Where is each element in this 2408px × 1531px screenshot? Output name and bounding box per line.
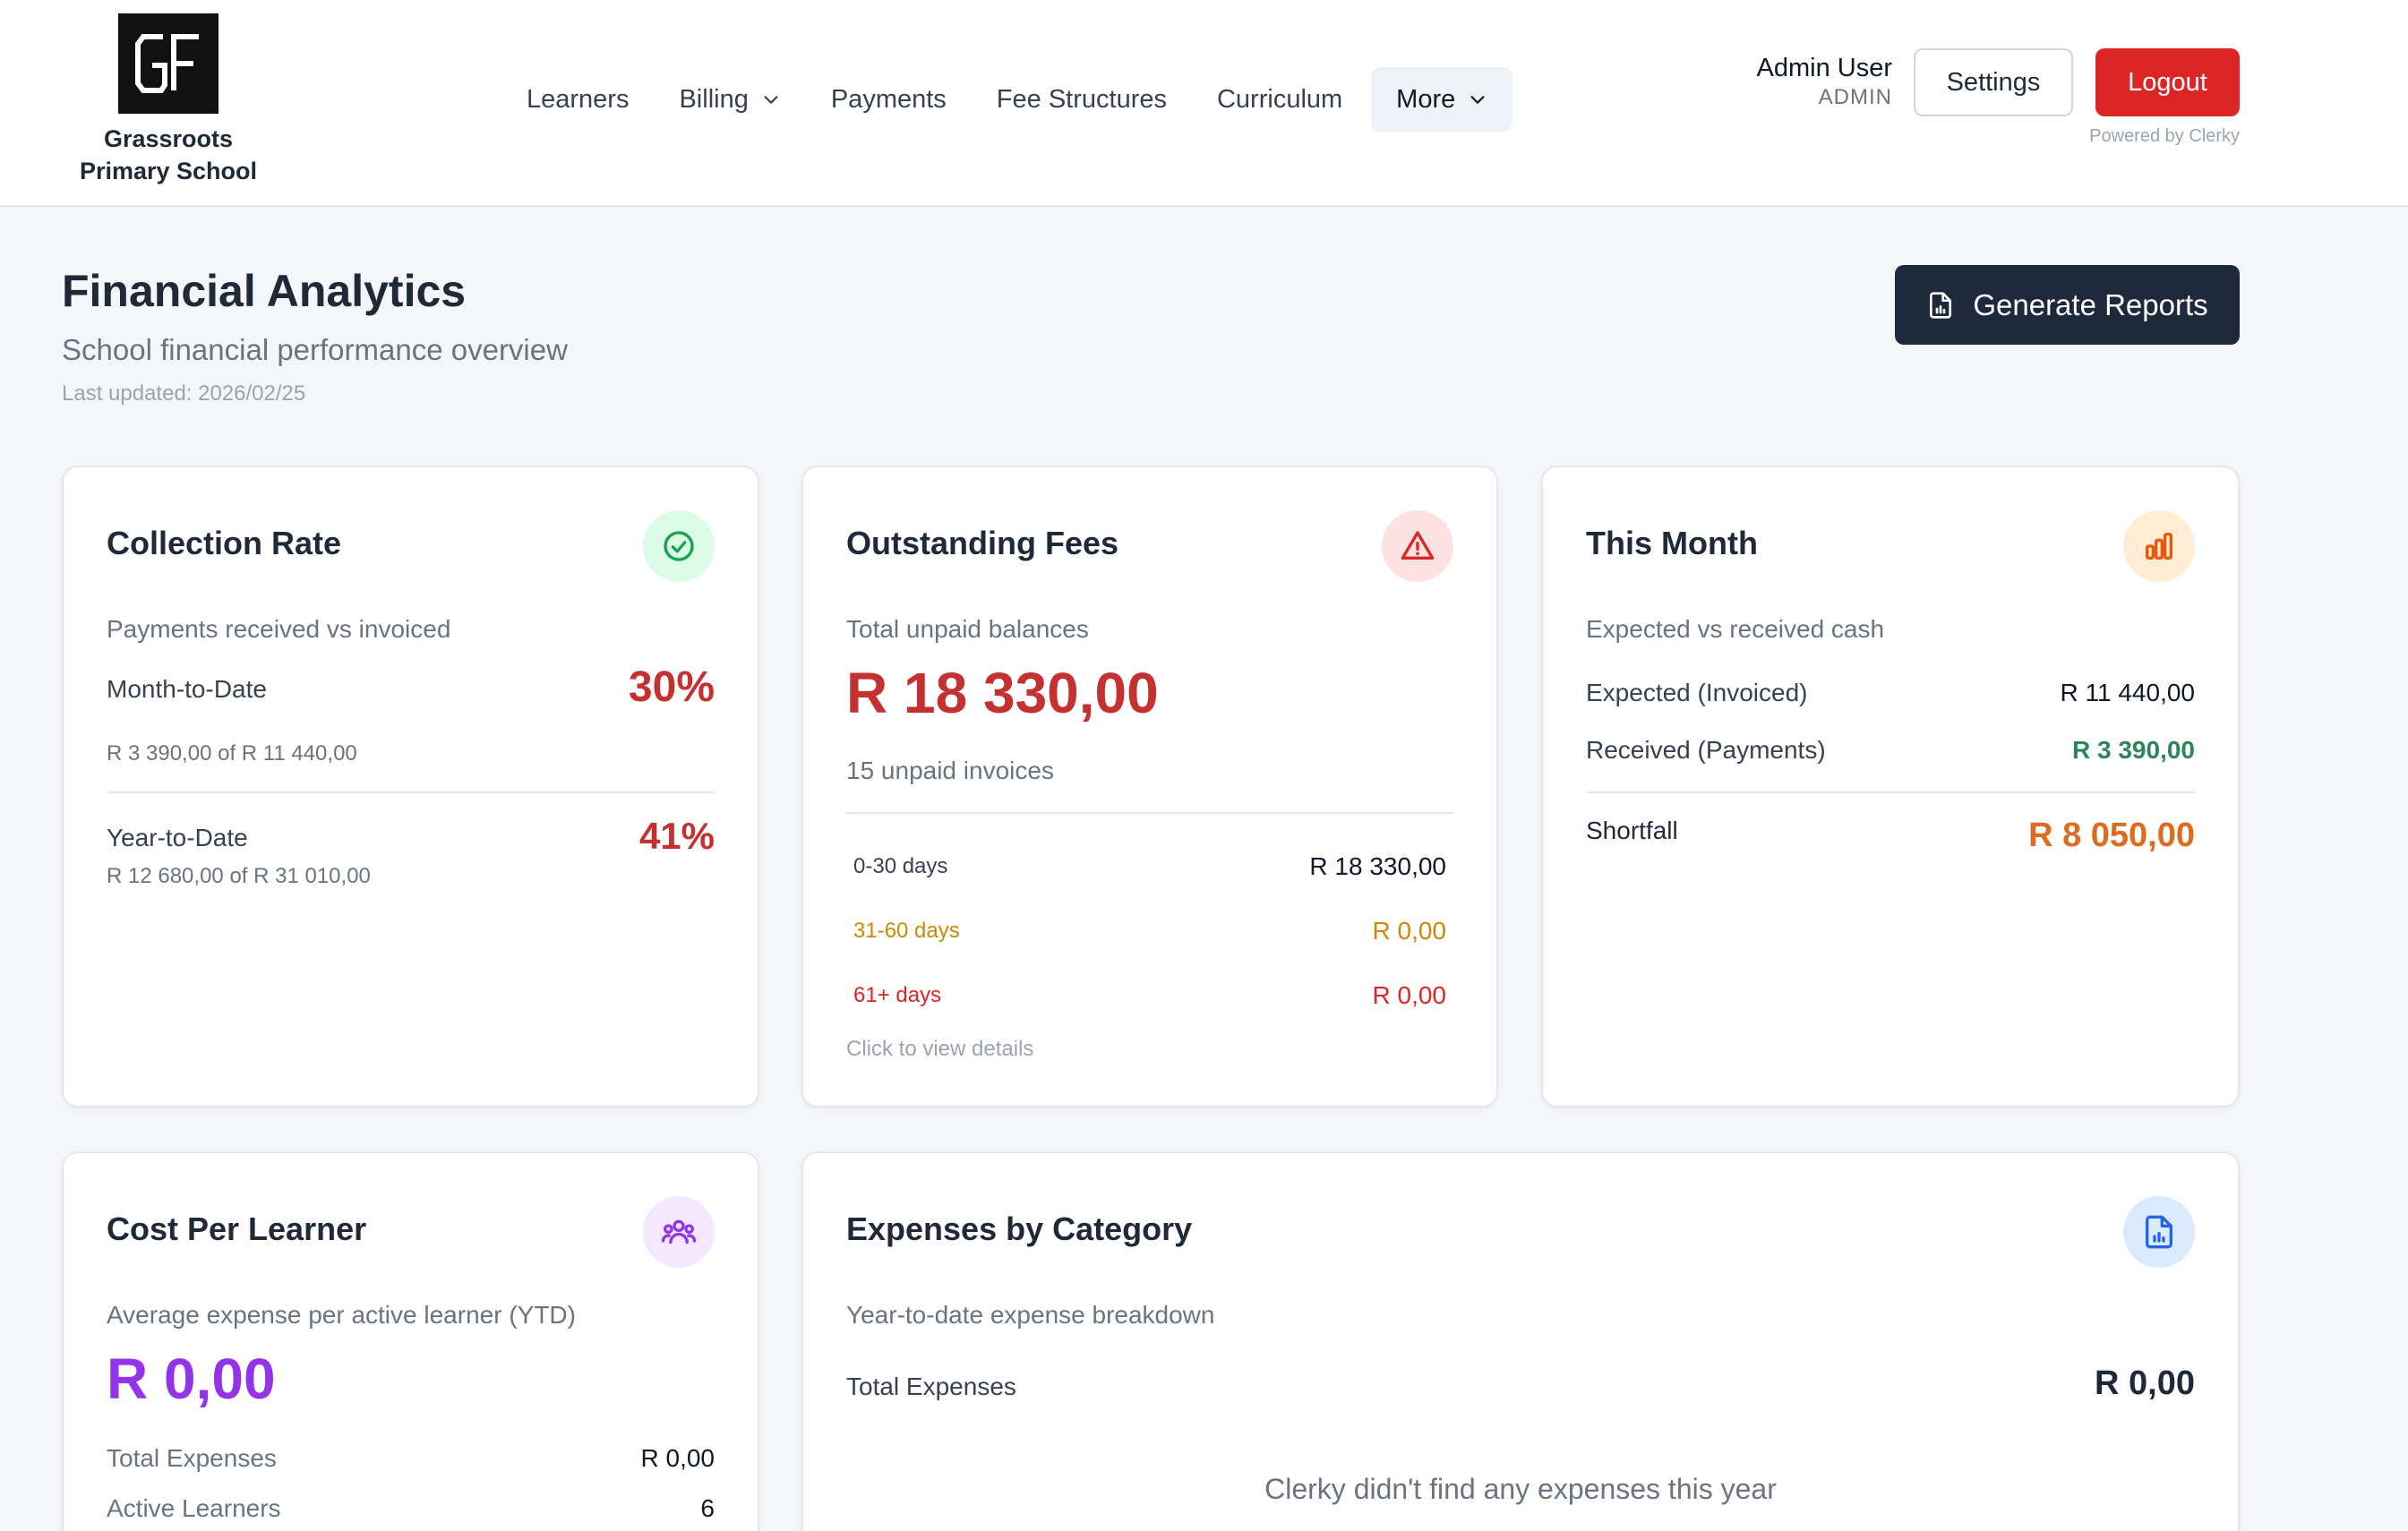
shortfall-value: R 8 050,00 bbox=[2028, 817, 2195, 854]
card-title: Collection Rate bbox=[107, 525, 342, 561]
divider bbox=[846, 812, 1453, 814]
main-nav: Learners Billing Payments Fee Structures… bbox=[501, 67, 1513, 132]
aging-row: 31-60 days R 0,00 bbox=[846, 899, 1453, 963]
aging-label: 31-60 days bbox=[853, 919, 960, 943]
aging-label: 61+ days bbox=[853, 983, 942, 1007]
divider bbox=[107, 791, 715, 793]
expected-value: R 11 440,00 bbox=[2060, 679, 2196, 706]
aging-label: 0-30 days bbox=[853, 854, 948, 878]
this-month-card: This Month Expected vs received cash Exp… bbox=[1541, 466, 2240, 1108]
nav-curriculum[interactable]: Curriculum bbox=[1192, 67, 1367, 132]
school-name: Grassroots Primary School bbox=[63, 123, 274, 187]
nav-more[interactable]: More bbox=[1371, 67, 1513, 132]
unpaid-invoices-count: 15 unpaid invoices bbox=[846, 757, 1054, 784]
school-logo bbox=[118, 13, 219, 114]
card-description: Expected vs received cash bbox=[1586, 615, 1885, 643]
total-expenses-value: R 0,00 bbox=[2095, 1364, 2195, 1402]
aging-value: R 0,00 bbox=[1372, 981, 1447, 1009]
file-chart-icon bbox=[2123, 1196, 2195, 1268]
ytd-detail: R 12 680,00 of R 31 010,00 bbox=[107, 864, 371, 888]
outstanding-total: R 18 330,00 bbox=[846, 661, 1159, 725]
nav-payments-label: Payments bbox=[830, 84, 947, 114]
shortfall-label: Shortfall bbox=[1586, 817, 1678, 844]
divider bbox=[1586, 791, 2195, 793]
card-title: Outstanding Fees bbox=[846, 525, 1119, 561]
collection-rate-card: Collection Rate Payments received vs inv… bbox=[62, 466, 759, 1108]
active-learners-label: Active Learners bbox=[107, 1494, 281, 1522]
generate-reports-button[interactable]: Generate Reports bbox=[1895, 265, 2240, 345]
aging-value: R 18 330,00 bbox=[1309, 852, 1446, 880]
nav-curriculum-label: Curriculum bbox=[1216, 84, 1343, 114]
expected-label: Expected (Invoiced) bbox=[1586, 679, 1808, 706]
total-expenses-label: Total Expenses bbox=[107, 1444, 277, 1472]
generate-reports-label: Generate Reports bbox=[1973, 287, 2208, 321]
card-title: Cost Per Learner bbox=[107, 1210, 367, 1247]
chevron-down-icon bbox=[764, 96, 778, 104]
view-details-link[interactable]: Click to view details bbox=[846, 1037, 1033, 1062]
alert-triangle-icon bbox=[1382, 510, 1453, 582]
user-name: Admin User bbox=[1756, 54, 1893, 82]
active-learners-value: 6 bbox=[700, 1494, 715, 1522]
expenses-by-category-card: Expenses by Category Year-to-date expens… bbox=[801, 1151, 2240, 1531]
card-description: Total unpaid balances bbox=[846, 615, 1089, 643]
nav-payments[interactable]: Payments bbox=[806, 67, 972, 132]
nav-more-label: More bbox=[1396, 84, 1456, 114]
ytd-label: Year-to-Date bbox=[107, 824, 248, 851]
empty-state-message: Clerky didn't find any expenses this yea… bbox=[1264, 1473, 1777, 1505]
powered-by: Powered by Clerky bbox=[2089, 126, 2240, 146]
chevron-down-icon bbox=[1470, 96, 1485, 104]
nav-fee-structures-label: Fee Structures bbox=[996, 84, 1167, 114]
school-brand[interactable]: Grassroots Primary School bbox=[63, 13, 274, 187]
card-description: Year-to-date expense breakdown bbox=[846, 1301, 1215, 1329]
settings-button[interactable]: Settings bbox=[1914, 48, 2073, 116]
logout-button[interactable]: Logout bbox=[2095, 48, 2240, 116]
nav-learners-label: Learners bbox=[527, 84, 630, 114]
cost-per-learner-value: R 0,00 bbox=[107, 1347, 276, 1411]
users-icon bbox=[643, 1196, 715, 1268]
file-chart-icon bbox=[1930, 291, 1952, 319]
aging-row: 61+ days R 0,00 bbox=[846, 963, 1453, 1028]
mtd-label: Month-to-Date bbox=[107, 675, 267, 703]
received-value: R 3 390,00 bbox=[2072, 736, 2195, 764]
last-updated: Last updated: 2026/02/25 bbox=[62, 381, 306, 406]
school-name-line1: Grassroots bbox=[103, 125, 234, 152]
outstanding-fees-card[interactable]: Outstanding Fees Total unpaid balances R… bbox=[801, 466, 1498, 1108]
cost-per-learner-card: Cost Per Learner Average expense per act… bbox=[62, 1151, 759, 1531]
total-expenses-label: Total Expenses bbox=[846, 1373, 1016, 1400]
nav-fee-structures[interactable]: Fee Structures bbox=[972, 67, 1192, 132]
page-title: Financial Analytics bbox=[62, 266, 467, 316]
nav-billing[interactable]: Billing bbox=[654, 67, 805, 132]
nav-billing-label: Billing bbox=[679, 84, 749, 114]
aging-row: 0-30 days R 18 330,00 bbox=[846, 834, 1453, 899]
bar-chart-icon bbox=[2123, 510, 2195, 582]
card-title: This Month bbox=[1586, 525, 1758, 561]
aging-value: R 0,00 bbox=[1372, 917, 1447, 945]
card-description: Payments received vs invoiced bbox=[107, 615, 451, 643]
page-subtitle: School financial performance overview bbox=[62, 333, 568, 366]
check-circle-icon bbox=[643, 510, 715, 582]
received-label: Received (Payments) bbox=[1586, 736, 1826, 764]
gf-logo-icon bbox=[135, 34, 199, 93]
total-expenses-value: R 0,00 bbox=[640, 1444, 716, 1472]
top-navigation-bar: Grassroots Primary School Learners Billi… bbox=[0, 0, 2408, 207]
user-role: ADMIN bbox=[1818, 85, 1892, 109]
aging-list: 0-30 days R 18 330,00 31-60 days R 0,00 … bbox=[846, 834, 1453, 1028]
mtd-detail: R 3 390,00 of R 11 440,00 bbox=[107, 741, 357, 766]
mtd-rate: 30% bbox=[628, 663, 715, 711]
card-title: Expenses by Category bbox=[846, 1210, 1193, 1247]
school-name-line2: Primary School bbox=[79, 158, 258, 184]
user-info: Admin User ADMIN bbox=[1757, 52, 1893, 111]
ytd-rate: 41% bbox=[638, 815, 715, 857]
nav-learners[interactable]: Learners bbox=[501, 67, 654, 132]
card-description: Average expense per active learner (YTD) bbox=[107, 1301, 576, 1329]
